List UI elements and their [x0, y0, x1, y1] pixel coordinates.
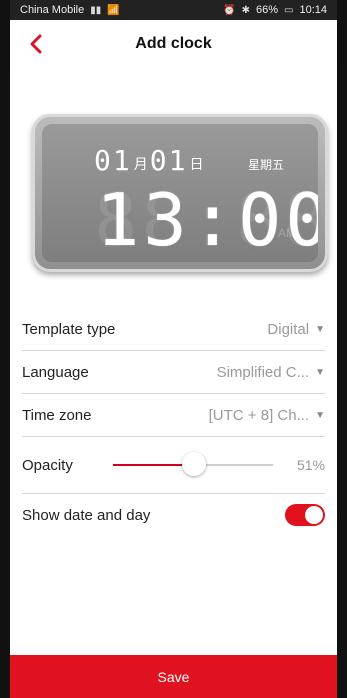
- save-label: Save: [157, 668, 190, 685]
- date-day-unit: 日: [189, 156, 204, 172]
- date-row: 01 月 01 日: [94, 144, 203, 177]
- page-title: Add clock: [135, 35, 212, 52]
- clock-time: 13:00: [96, 178, 318, 262]
- status-time: 10:14: [299, 4, 327, 16]
- opacity-value: 51%: [296, 457, 325, 473]
- timezone-select[interactable]: [UTC + 8] Ch... ▼: [209, 407, 325, 424]
- back-button[interactable]: [16, 20, 56, 68]
- show-date-day-row: Show date and day: [22, 494, 325, 536]
- timezone-row[interactable]: Time zone [UTC + 8] Ch... ▼: [22, 394, 325, 437]
- signal-icon: ▮▮: [90, 4, 102, 16]
- settings-list: Template type Digital ▼ Language Simplif…: [22, 308, 325, 536]
- language-value: Simplified C...: [216, 363, 310, 381]
- show-date-day-toggle[interactable]: [285, 504, 325, 526]
- clock-face: 88:88 01 月 01 日 星期五 13:00 AM: [32, 114, 328, 272]
- app-bar: Add clock: [10, 20, 337, 68]
- opacity-row: Opacity 51%: [22, 437, 325, 494]
- date-month: 01: [94, 144, 132, 177]
- timezone-value: [UTC + 8] Ch...: [208, 406, 310, 424]
- caret-down-icon: ▼: [315, 366, 325, 378]
- caret-down-icon: ▼: [315, 409, 325, 421]
- caret-down-icon: ▼: [315, 323, 325, 335]
- alarm-icon: ⏰: [223, 4, 236, 16]
- date-day: 01: [149, 144, 188, 177]
- toggle-knob: [305, 506, 323, 524]
- opacity-slider[interactable]: [112, 452, 273, 476]
- language-row[interactable]: Language Simplified C... ▼: [22, 351, 325, 394]
- save-button[interactable]: Save: [10, 655, 337, 698]
- template-type-value: Digital: [267, 320, 310, 338]
- language-select[interactable]: Simplified C... ▼: [217, 364, 325, 381]
- template-type-label: Template type: [22, 320, 116, 338]
- opacity-slider-thumb[interactable]: [182, 452, 207, 476]
- clock-preview-area: 88:88 01 月 01 日 星期五 13:00 AM: [10, 68, 337, 301]
- template-type-row[interactable]: Template type Digital ▼: [22, 308, 325, 351]
- clock-display: 88:88 01 月 01 日 星期五 13:00 AM: [42, 124, 318, 262]
- ampm-label: AM: [278, 226, 296, 240]
- carrier-label: China Mobile: [20, 4, 85, 16]
- battery-icon: ▭: [284, 4, 294, 16]
- show-date-day-label: Show date and day: [22, 506, 151, 524]
- bluetooth-icon: ✱: [241, 4, 250, 16]
- chevron-left-icon: [30, 34, 42, 54]
- opacity-label: Opacity: [22, 456, 73, 474]
- status-bar: China Mobile ▮▮ 📶 ⏰ ✱ 66% ▭ 10:14: [10, 0, 337, 20]
- device-frame-left: [0, 0, 10, 698]
- date-month-unit: 月: [133, 156, 148, 172]
- battery-percent: 66%: [255, 4, 279, 16]
- weekday-label: 星期五: [247, 158, 284, 172]
- language-label: Language: [22, 363, 89, 381]
- wifi-icon: 📶: [107, 4, 120, 16]
- timezone-label: Time zone: [22, 406, 92, 424]
- device-frame-right: [337, 0, 347, 698]
- template-type-select[interactable]: Digital ▼: [267, 321, 325, 338]
